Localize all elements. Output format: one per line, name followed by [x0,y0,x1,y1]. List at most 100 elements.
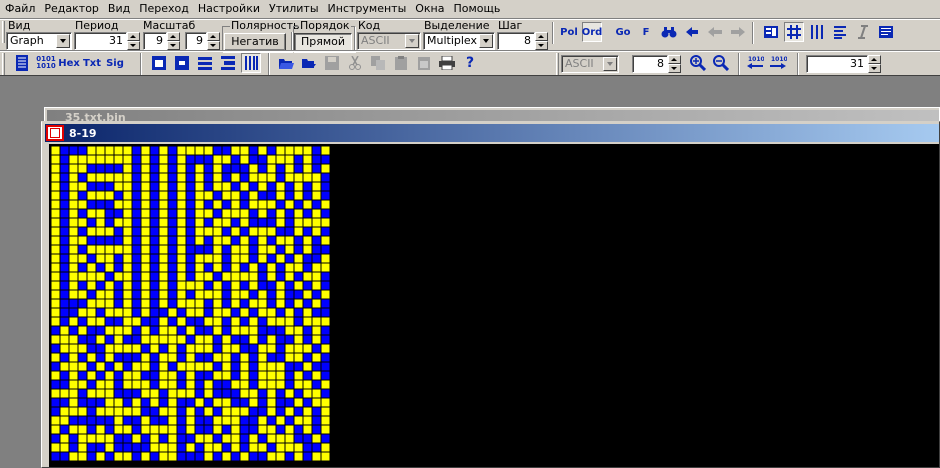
bit-cell[interactable] [114,371,123,380]
bit-cell[interactable] [321,290,330,299]
ord-button[interactable]: Ord [582,22,602,42]
italic-icon[interactable] [853,22,873,42]
bit-cell[interactable] [141,164,150,173]
bit-cell[interactable] [249,317,258,326]
bit-cell[interactable] [186,245,195,254]
bit-cell[interactable] [123,173,132,182]
bit-cell[interactable] [321,407,330,416]
bit-cell[interactable] [60,263,69,272]
bit-cell[interactable] [168,452,177,461]
scale-x-input[interactable]: 9 [143,32,167,50]
period2-input[interactable]: 31 [806,55,868,73]
bit-cell[interactable] [249,191,258,200]
bit-cell[interactable] [186,227,195,236]
bit-cell[interactable] [51,281,60,290]
period-spinner[interactable] [127,32,140,50]
bit-cell[interactable] [321,380,330,389]
bit-cell[interactable] [123,263,132,272]
bit-cell[interactable] [186,326,195,335]
bit-cell[interactable] [195,173,204,182]
bit-cell[interactable] [249,182,258,191]
bit-cell[interactable] [294,425,303,434]
bit-cell[interactable] [267,290,276,299]
bit-cell[interactable] [213,317,222,326]
bit-cell[interactable] [168,407,177,416]
bit-cell[interactable] [249,425,258,434]
bit-cell[interactable] [150,245,159,254]
bit-cell[interactable] [240,245,249,254]
bit-cell[interactable] [105,254,114,263]
bit-cell[interactable] [285,290,294,299]
bit-cell[interactable] [177,443,186,452]
bit-cell[interactable] [222,371,231,380]
bit-cell[interactable] [159,344,168,353]
bit-cell[interactable] [132,164,141,173]
bit-cell[interactable] [186,380,195,389]
bit-cell[interactable] [87,182,96,191]
bit-cell[interactable] [114,272,123,281]
bit-cell[interactable] [195,326,204,335]
bit-cell[interactable] [258,317,267,326]
bit-cell[interactable] [123,200,132,209]
bit-cell[interactable] [78,398,87,407]
bit-cell[interactable] [168,218,177,227]
bit-cell[interactable] [222,398,231,407]
bit-cell[interactable] [87,281,96,290]
bit-cell[interactable] [222,182,231,191]
bit-cell[interactable] [60,209,69,218]
bit-cell[interactable] [231,209,240,218]
bit-cell[interactable] [168,272,177,281]
bit-cell[interactable] [321,209,330,218]
bit-cell[interactable] [204,218,213,227]
bit-cell[interactable] [312,236,321,245]
bit-cell[interactable] [87,173,96,182]
bit-cell[interactable] [276,281,285,290]
bit-cell[interactable] [267,173,276,182]
bit-cell[interactable] [222,227,231,236]
bit-cell[interactable] [294,434,303,443]
bit-cell[interactable] [105,173,114,182]
bit-cell[interactable] [96,398,105,407]
bit-cell[interactable] [123,317,132,326]
bit-cell[interactable] [213,281,222,290]
bit-cell[interactable] [258,272,267,281]
reopen-icon[interactable] [299,53,319,73]
bit-cell[interactable] [222,281,231,290]
bit-cell[interactable] [258,425,267,434]
bit-cell[interactable] [141,281,150,290]
bit-cell[interactable] [123,425,132,434]
bit-cell[interactable] [285,335,294,344]
bit-cell[interactable] [105,443,114,452]
spin-down-icon[interactable] [207,41,220,50]
bit-cell[interactable] [276,164,285,173]
bit-cell[interactable] [267,416,276,425]
bit-cell[interactable] [150,209,159,218]
bit-cell[interactable] [312,299,321,308]
bit-cell[interactable] [249,254,258,263]
bit-cell[interactable] [204,263,213,272]
bit-cell[interactable] [186,371,195,380]
bit-cell[interactable] [303,173,312,182]
bit-cell[interactable] [204,425,213,434]
bit-cell[interactable] [231,380,240,389]
bit-cell[interactable] [141,407,150,416]
bit-cell[interactable] [231,416,240,425]
bit-cell[interactable] [258,200,267,209]
bit-cell[interactable] [159,317,168,326]
bit-cell[interactable] [177,398,186,407]
bit-cell[interactable] [87,389,96,398]
bit-cell[interactable] [69,245,78,254]
bit-cell[interactable] [51,362,60,371]
bit-cell[interactable] [258,182,267,191]
bit-cell[interactable] [96,308,105,317]
bit-cell[interactable] [231,155,240,164]
bit-cell[interactable] [240,380,249,389]
bit-cell[interactable] [123,236,132,245]
bit-cell[interactable] [150,335,159,344]
bit-cell[interactable] [303,344,312,353]
bit-cell[interactable] [60,344,69,353]
bit-cell[interactable] [195,434,204,443]
bit-cell[interactable] [96,272,105,281]
bit-cell[interactable] [303,281,312,290]
bit-cell[interactable] [159,182,168,191]
